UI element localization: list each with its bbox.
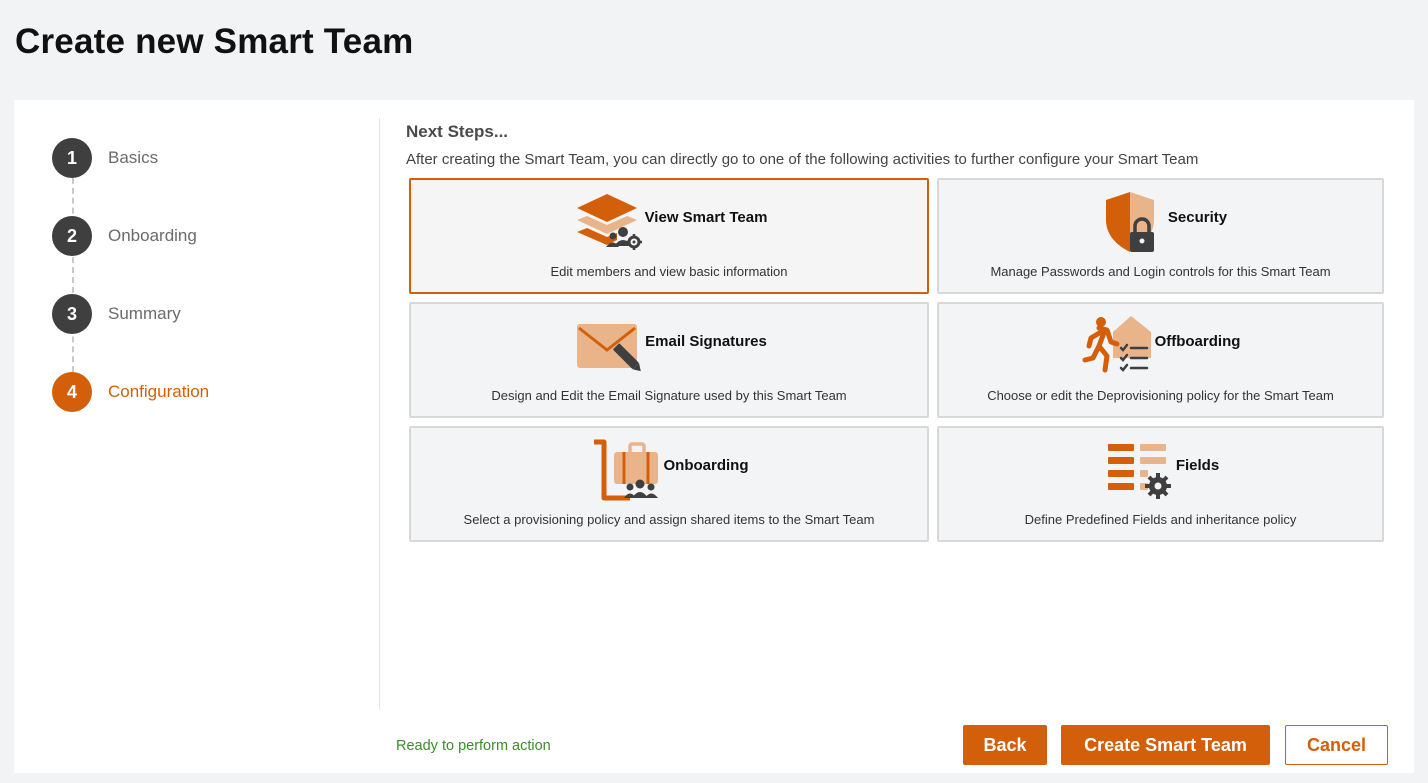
step-label: Summary xyxy=(108,304,181,323)
tile-fields[interactable]: Fields Define Predefined Fields and inhe… xyxy=(937,426,1384,542)
tile-title: Fields xyxy=(1175,456,1220,474)
layers-team-gear-icon xyxy=(576,194,642,250)
vertical-divider xyxy=(379,118,380,710)
step-basics[interactable]: 1 Basics xyxy=(52,138,158,178)
tile-onboarding[interactable]: Onboarding Select a provisioning policy … xyxy=(409,426,929,542)
step-number: 3 xyxy=(52,294,92,334)
fields-list-gear-icon xyxy=(1107,444,1171,499)
luggage-cart-team-icon xyxy=(593,439,658,501)
status-text: Ready to perform action xyxy=(396,738,551,754)
cancel-button[interactable]: Cancel xyxy=(1285,725,1388,765)
tile-title: Offboarding xyxy=(1154,332,1241,350)
create-smart-team-button[interactable]: Create Smart Team xyxy=(1061,725,1270,765)
back-button[interactable]: Back xyxy=(963,725,1047,765)
tile-title: Onboarding xyxy=(663,456,749,474)
next-steps-description: After creating the Smart Team, you can d… xyxy=(406,151,1199,168)
step-summary[interactable]: 3 Summary xyxy=(52,294,181,334)
stepper-connector xyxy=(72,158,74,392)
next-steps-title: Next Steps... xyxy=(406,122,509,141)
step-number: 1 xyxy=(52,138,92,178)
wizard-stepper: 1 Basics 2 Onboarding 3 Summary 4 Config… xyxy=(52,138,352,478)
shield-lock-icon xyxy=(1105,192,1154,252)
step-onboarding[interactable]: 2 Onboarding xyxy=(52,216,197,256)
tile-title: View Smart Team xyxy=(644,208,768,226)
tile-description: Design and Edit the Email Signature used… xyxy=(491,388,847,403)
tile-view-smart-team[interactable]: View Smart Team Edit members and view ba… xyxy=(409,178,929,294)
envelope-pen-icon xyxy=(577,324,641,372)
step-label: Configuration xyxy=(108,382,210,401)
step-configuration[interactable]: 4 Configuration xyxy=(52,372,209,412)
tile-description: Choose or edit the Deprovisioning policy… xyxy=(987,388,1334,403)
tile-title: Email Signatures xyxy=(645,332,767,350)
tile-description: Select a provisioning policy and assign … xyxy=(463,512,875,527)
step-number: 4 xyxy=(52,372,92,412)
tile-description: Edit members and view basic information xyxy=(550,264,788,279)
tile-offboarding[interactable]: Offboarding Choose or edit the Deprovisi… xyxy=(937,302,1384,418)
tile-email-signatures[interactable]: Email Signatures Design and Edit the Ema… xyxy=(409,302,929,418)
wizard-card: 1 Basics 2 Onboarding 3 Summary 4 Config… xyxy=(14,100,1414,773)
step-label: Onboarding xyxy=(108,226,197,245)
person-leaving-checklist-icon xyxy=(1082,316,1151,373)
tile-title: Security xyxy=(1167,208,1228,226)
tile-description: Define Predefined Fields and inheritance… xyxy=(1024,512,1297,527)
step-number: 2 xyxy=(52,216,92,256)
step-label: Basics xyxy=(108,148,159,167)
page-title: Create new Smart Team xyxy=(15,22,414,61)
tile-description: Manage Passwords and Login controls for … xyxy=(990,264,1331,279)
tile-security[interactable]: Security Manage Passwords and Login cont… xyxy=(937,178,1384,294)
